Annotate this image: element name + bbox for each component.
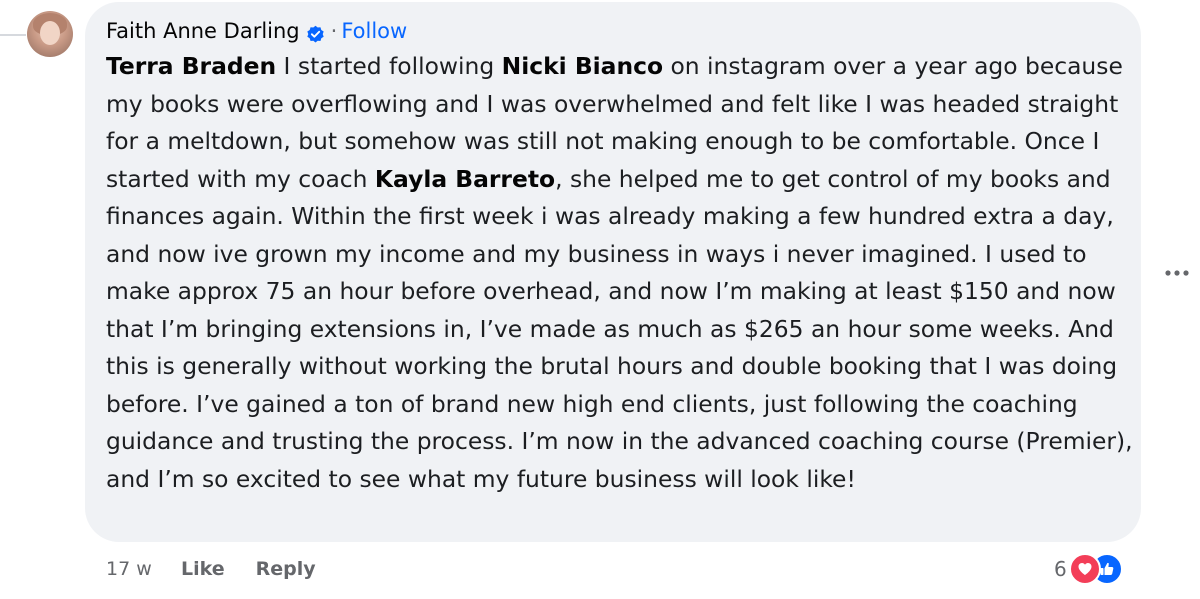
comment-text-segment: I started following (276, 52, 502, 80)
more-options-button[interactable] (1160, 256, 1194, 290)
comment-text-segment: , she helped me to get control of my boo… (106, 164, 1133, 493)
mention-kayla-barreto[interactable]: Kayla Barreto (375, 165, 555, 193)
avatar[interactable] (27, 11, 73, 57)
comment-body: Terra Braden I started following Nicki B… (106, 48, 1136, 498)
reactions-summary[interactable]: 6 (1054, 552, 1123, 586)
follow-button[interactable]: Follow (341, 16, 407, 46)
timestamp[interactable]: 17 w (106, 558, 181, 580)
verified-badge-icon (306, 22, 325, 42)
avatar-face (40, 21, 60, 45)
author-name[interactable]: Faith Anne Darling (106, 16, 300, 46)
heart-icon (1068, 553, 1101, 585)
thread-connector-line (0, 34, 26, 36)
header-separator: · (330, 19, 338, 43)
reply-button[interactable]: Reply (256, 558, 316, 580)
mention-nicki-bianco[interactable]: Nicki Bianco (502, 52, 663, 80)
mention-terra-braden[interactable]: Terra Braden (106, 52, 276, 80)
like-button[interactable]: Like (181, 558, 225, 580)
ellipsis-icon (1165, 270, 1189, 276)
reaction-count: 6 (1054, 557, 1067, 581)
comment-header: Faith Anne Darling · Follow (106, 16, 407, 46)
comment-footer: 17 w Like Reply (106, 554, 347, 584)
